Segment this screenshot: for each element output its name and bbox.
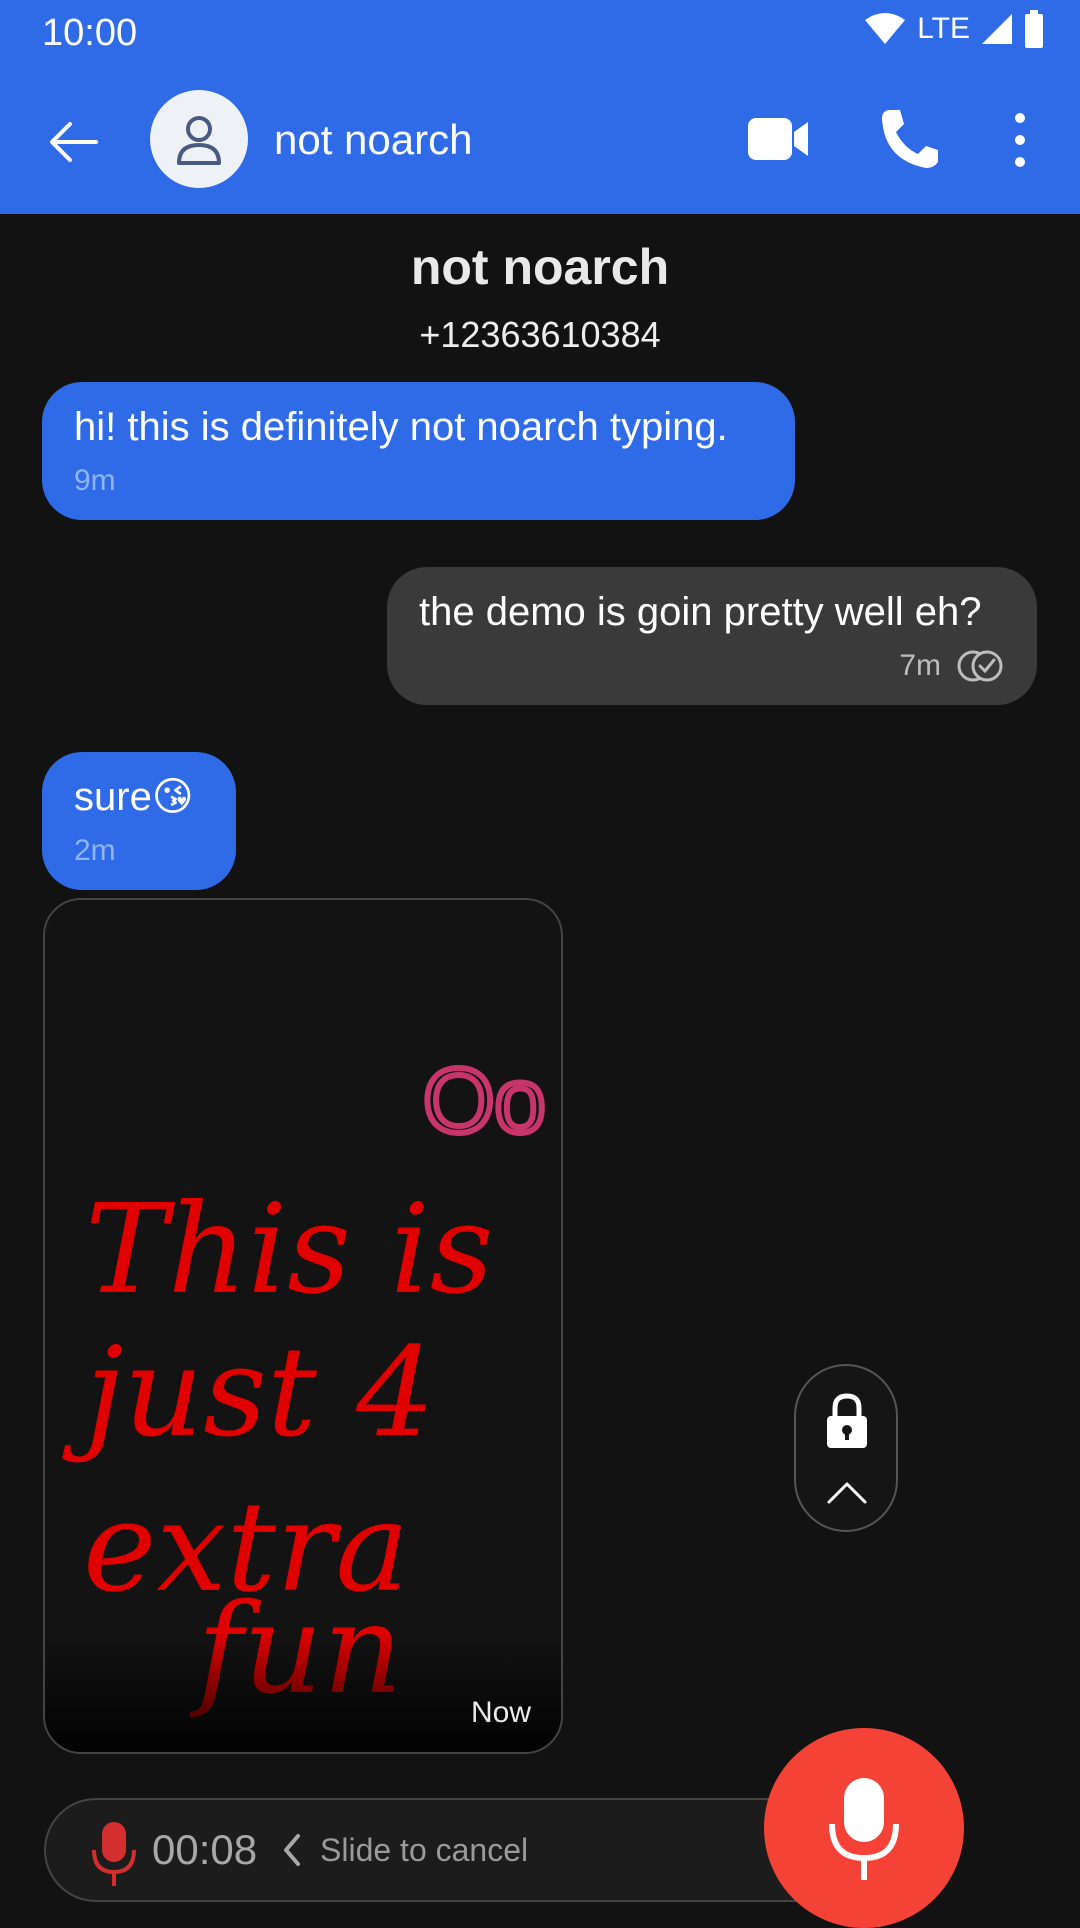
message-time: 2m (74, 834, 116, 867)
wifi-icon (865, 13, 906, 44)
person-icon (177, 116, 221, 165)
drawing-text-line2: just 4 (62, 1321, 435, 1465)
chevron-up-icon (827, 1482, 867, 1504)
message-text: the demo is goin pretty well eh? (419, 590, 982, 634)
contact-phone: +12363610384 (419, 314, 661, 355)
record-mic-button[interactable] (764, 1728, 964, 1928)
handwriting-drawing: Oo This is just 4 extra fun (62, 1047, 549, 1722)
avatar[interactable] (150, 90, 248, 188)
lock-icon (827, 1393, 867, 1448)
message-time: 7m (899, 649, 941, 682)
image-message[interactable]: Oo This is just 4 extra fun Now (43, 898, 563, 1754)
contact-header: not noarch +12363610384 (0, 238, 1080, 356)
drawing-text-oo: Oo (423, 1050, 546, 1152)
status-time: 10:00 (42, 12, 138, 54)
delivered-check-icon (957, 650, 1003, 682)
drawing-text-line1: This is (85, 1178, 494, 1322)
slide-to-cancel-hint: Slide to cancel (320, 1832, 529, 1868)
message-meta: 7m (419, 649, 1005, 683)
more-options-icon[interactable] (1006, 110, 1034, 170)
phone-call-icon[interactable] (878, 106, 938, 170)
back-arrow-icon[interactable] (44, 112, 104, 172)
recording-timer: 00:08 (152, 1826, 258, 1873)
message-text: hi! this is definitely not noarch typing… (74, 405, 728, 449)
chevron-left-icon (284, 1834, 300, 1866)
microphone-icon (829, 1778, 899, 1880)
image-time: Now (470, 1696, 531, 1729)
app-bar: not noarch (0, 64, 1080, 214)
conversation-title: not noarch (274, 116, 473, 163)
lock-recording-handle[interactable] (794, 1364, 898, 1532)
network-label: LTE (917, 12, 970, 45)
signal-icon (982, 14, 1012, 44)
status-bar: 10:00 LTE (0, 0, 1080, 64)
message-text: sure😘 (74, 775, 194, 819)
status-icons: LTE (863, 10, 1044, 48)
message-time: 9m (74, 464, 116, 497)
contact-name: not noarch (410, 239, 670, 295)
message-bubble-incoming[interactable]: sure😘 2m (42, 752, 236, 890)
image-gradient (45, 1632, 561, 1752)
battery-icon (1025, 10, 1043, 48)
message-bubble-incoming[interactable]: hi! this is definitely not noarch typing… (42, 382, 795, 520)
video-call-icon[interactable] (746, 114, 810, 164)
message-bubble-outgoing[interactable]: the demo is goin pretty well eh? 7m (387, 567, 1037, 705)
microphone-icon (92, 1822, 136, 1886)
